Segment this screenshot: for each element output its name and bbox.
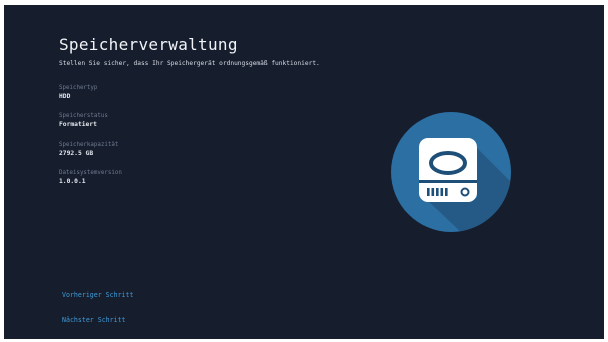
- filesystem-version-label: Dateisystemversion: [59, 170, 122, 176]
- storage-status-value: Formatiert: [59, 121, 97, 128]
- previous-step-button[interactable]: Vorheriger Schritt: [62, 291, 133, 299]
- storage-capacity-value: 2792.5 GB: [59, 150, 94, 157]
- filesystem-version-value: 1.0.0.1: [59, 178, 86, 185]
- storage-type-label: Speichertyp: [59, 85, 98, 91]
- storage-capacity-label: Speicherkapazität: [59, 142, 119, 148]
- storage-management-screen: Speicherverwaltung Stellen Sie sicher, d…: [4, 5, 604, 339]
- storage-type-field: Speichertyp HDD: [59, 85, 97, 100]
- next-step-button[interactable]: Nächster Schritt: [62, 316, 126, 324]
- storage-type-value: HDD: [59, 93, 71, 100]
- storage-capacity-field: Speicherkapazität 2792.5 GB: [59, 142, 118, 157]
- page-subtitle: Stellen Sie sicher, dass Ihr Speicherger…: [59, 60, 320, 67]
- filesystem-version-field: Dateisystemversion 1.0.0.1: [59, 170, 122, 185]
- page-title: Speicherverwaltung: [59, 35, 238, 54]
- storage-status-label: Speicherstatus: [59, 113, 108, 119]
- hard-drive-icon: [389, 110, 513, 234]
- storage-status-field: Speicherstatus Formatiert: [59, 113, 108, 128]
